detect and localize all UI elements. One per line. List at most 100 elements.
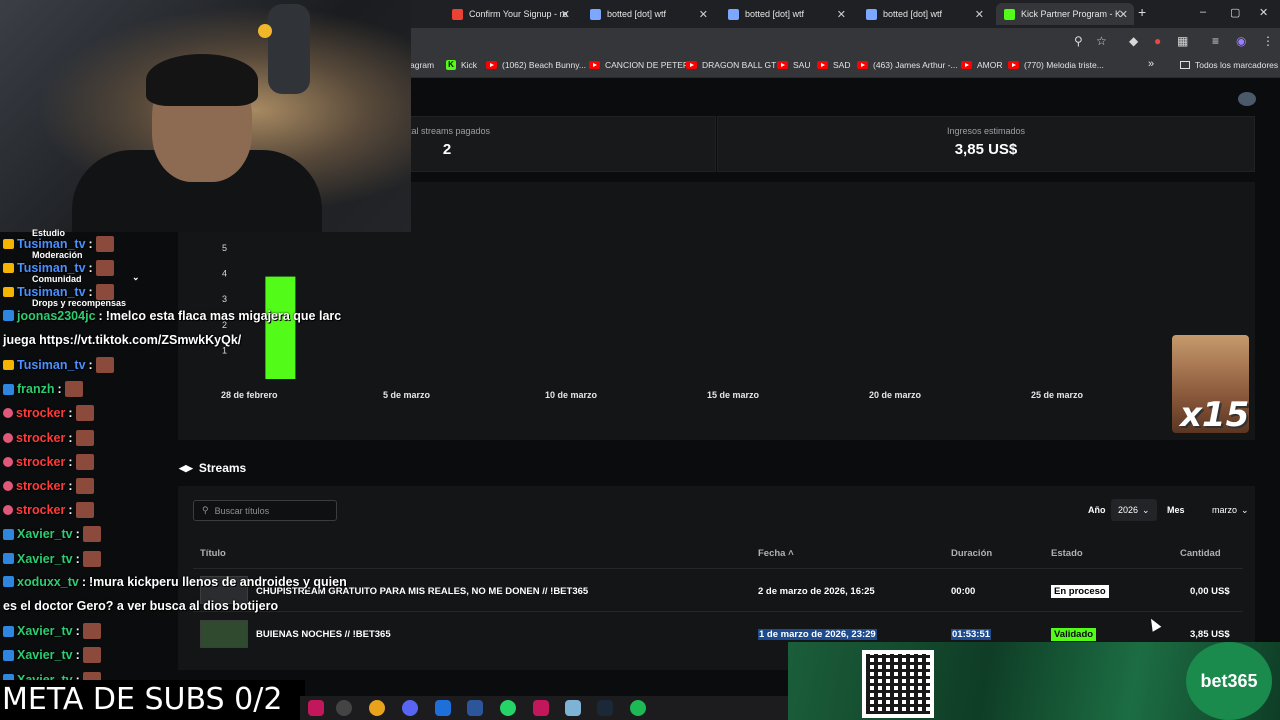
minimize-button[interactable]: – bbox=[1200, 6, 1206, 18]
more-icon[interactable]: ⋮ bbox=[1262, 34, 1274, 48]
bookmark-item[interactable]: CANCION DE PETER bbox=[589, 60, 689, 70]
steam-icon[interactable] bbox=[597, 700, 613, 716]
chat-emote bbox=[95, 357, 114, 373]
chevron-down-icon[interactable]: ⌄ bbox=[132, 272, 140, 283]
crown-badge-icon bbox=[3, 360, 14, 370]
column-date[interactable]: Fecha ˄ bbox=[758, 548, 794, 559]
chat-username[interactable]: Xavier_tv bbox=[17, 552, 73, 566]
bookmark-item[interactable]: SAU bbox=[777, 60, 810, 70]
row-divider bbox=[193, 568, 1243, 569]
avatar[interactable] bbox=[1238, 92, 1256, 106]
whatsapp-icon[interactable] bbox=[500, 700, 516, 716]
close-window-button[interactable]: ✕ bbox=[1259, 6, 1268, 19]
extension-icon[interactable]: ◆ bbox=[1129, 34, 1138, 48]
word-icon[interactable] bbox=[467, 700, 483, 716]
bookmarks-overflow[interactable]: » bbox=[1148, 58, 1154, 70]
column-status[interactable]: Estado bbox=[1051, 548, 1083, 559]
youtube-icon bbox=[961, 61, 972, 69]
bookmark-item[interactable]: SAD bbox=[817, 60, 850, 70]
app-icon[interactable] bbox=[533, 700, 549, 716]
profile-icon[interactable]: ◉ bbox=[1236, 34, 1246, 48]
browser-tab[interactable]: Kick Partner Program - K ✕ bbox=[996, 3, 1134, 25]
chat-username[interactable]: Xavier_tv bbox=[17, 624, 73, 638]
bookmark-item[interactable]: DRAGON BALL GT bbox=[686, 60, 776, 70]
close-tab-icon[interactable]: ✕ bbox=[837, 8, 846, 21]
close-tab-icon[interactable]: ✕ bbox=[699, 8, 708, 21]
close-tab-icon[interactable]: ✕ bbox=[1119, 8, 1128, 21]
browser-tab[interactable]: botted [dot] wtf ✕ bbox=[858, 3, 990, 25]
tab-title: botted [dot] wtf bbox=[745, 9, 805, 19]
chat-emote bbox=[75, 429, 94, 446]
chat-username[interactable]: Tusiman_tv bbox=[17, 285, 86, 299]
chat-username[interactable]: franzh bbox=[17, 382, 55, 396]
month-select[interactable]: marzo ⌄ bbox=[1205, 499, 1256, 521]
x-tick-label: 20 de marzo bbox=[869, 390, 922, 400]
bookmark-label: (1062) Beach Bunny... bbox=[502, 60, 586, 70]
chat-username[interactable]: Tusiman_tv bbox=[17, 358, 86, 372]
chat-username[interactable]: strocker bbox=[16, 406, 65, 420]
chat-username[interactable]: Tusiman_tv bbox=[17, 261, 86, 275]
column-title[interactable]: Título bbox=[200, 548, 226, 559]
search-icon[interactable]: ⚲ bbox=[1074, 34, 1083, 48]
year-select[interactable]: 2026 ⌄ bbox=[1111, 499, 1157, 521]
mod-badge-icon bbox=[3, 649, 14, 661]
tab-favicon-icon bbox=[866, 8, 877, 20]
puzzle-icon[interactable]: ▦ bbox=[1177, 34, 1188, 48]
maximize-button[interactable]: ▢ bbox=[1230, 6, 1240, 19]
tab-title: Kick Partner Program - K bbox=[1021, 9, 1122, 19]
chat-colon: : bbox=[57, 382, 62, 397]
chat-text: es el doctor Gero? a ver busca al dios b… bbox=[3, 599, 279, 613]
bookmark-item[interactable]: AMOR bbox=[961, 60, 1003, 70]
bookmark-item[interactable]: K Kick bbox=[446, 60, 477, 70]
stream-thumbnail bbox=[200, 620, 248, 648]
column-duration[interactable]: Duración bbox=[951, 548, 992, 559]
chat-username[interactable]: strocker bbox=[16, 479, 65, 493]
app-icon[interactable] bbox=[336, 700, 352, 716]
browser-tab[interactable]: Confirm Your Signup - re ✕ bbox=[444, 3, 576, 25]
chrome-icon[interactable] bbox=[369, 700, 385, 716]
browser-tab[interactable]: botted [dot] wtf ✕ bbox=[720, 3, 852, 25]
bookmark-label: DRAGON BALL GT bbox=[702, 60, 777, 70]
app-icon[interactable] bbox=[565, 700, 581, 716]
bookmark-item[interactable]: (770) Melodia triste... bbox=[1008, 60, 1104, 70]
search-input[interactable]: ⚲ Buscar títulos bbox=[193, 500, 337, 521]
bookmark-item[interactable]: (1062) Beach Bunny... bbox=[486, 60, 586, 70]
stream-duration: 00:00 bbox=[951, 586, 976, 597]
bookmark-item[interactable]: agram bbox=[410, 60, 434, 70]
chat-message: Xavier_tv : bbox=[3, 550, 101, 567]
sub-badge-icon bbox=[3, 505, 13, 516]
new-tab-button[interactable]: + bbox=[1138, 4, 1146, 20]
chat-emote bbox=[95, 260, 114, 277]
close-tab-icon[interactable]: ✕ bbox=[975, 8, 984, 21]
chart-bar[interactable] bbox=[265, 276, 296, 379]
microphone bbox=[268, 4, 310, 94]
sub-goal-banner: META DE SUBS 0/2 bbox=[0, 680, 305, 720]
bookmark-item[interactable]: (463) James Arthur -... bbox=[857, 60, 958, 70]
chat-message: joonas2304jc : !melco esta flaca mas miga… bbox=[3, 309, 341, 323]
bookmark-label: agram bbox=[410, 60, 435, 70]
chat-username[interactable]: strocker bbox=[16, 455, 65, 469]
close-tab-icon[interactable]: ✕ bbox=[561, 8, 570, 21]
chat-text: !mura kickperu llenos de androides y qui… bbox=[89, 574, 347, 589]
chat-username[interactable]: Xavier_tv bbox=[17, 648, 73, 662]
stat-value: 3,85 US$ bbox=[954, 141, 1018, 158]
app-icon[interactable] bbox=[308, 700, 324, 716]
chat-username[interactable]: Tusiman_tv bbox=[17, 237, 86, 251]
extension-icon[interactable]: ● bbox=[1154, 34, 1161, 48]
chat-username[interactable]: strocker bbox=[16, 431, 65, 445]
menu-icon[interactable]: ≡ bbox=[1212, 34, 1219, 48]
mod-badge-icon bbox=[3, 625, 14, 637]
all-bookmarks[interactable]: Todos los marcadores bbox=[1180, 60, 1278, 70]
chat-username[interactable]: strocker bbox=[16, 503, 65, 517]
chat-text: juega https://vt.tiktok.com/ZSmwkKyQk/ bbox=[3, 332, 242, 347]
chat-username[interactable]: joonas2304jc bbox=[17, 309, 96, 323]
discord-icon[interactable] bbox=[402, 700, 418, 716]
calculator-icon[interactable] bbox=[435, 700, 451, 716]
browser-tab[interactable]: botted [dot] wtf ✕ bbox=[582, 3, 714, 25]
chat-username[interactable]: xoduxx_tv bbox=[17, 575, 79, 589]
column-amount[interactable]: Cantidad bbox=[1180, 548, 1221, 559]
star-icon[interactable]: ☆ bbox=[1096, 34, 1107, 48]
chat-emote bbox=[82, 623, 101, 640]
spotify-icon[interactable] bbox=[630, 700, 646, 716]
chat-username[interactable]: Xavier_tv bbox=[17, 527, 73, 541]
